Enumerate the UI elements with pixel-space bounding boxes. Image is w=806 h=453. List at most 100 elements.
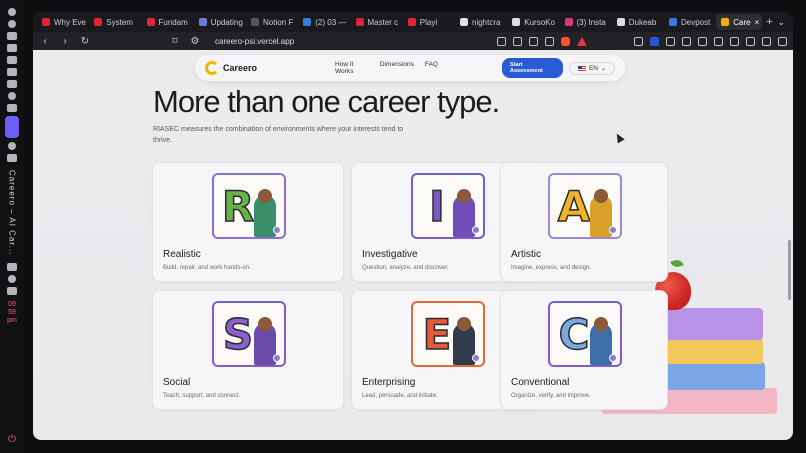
career-type-card[interactable]: C Conventional Organize, verify, and impro…: [500, 290, 668, 410]
send-icon[interactable]: [529, 36, 538, 46]
badge-icon: [609, 226, 617, 234]
forward-icon[interactable]: ›: [59, 36, 71, 47]
nav-link-faq[interactable]: FAQ: [425, 61, 438, 75]
spotify-icon[interactable]: [8, 275, 16, 284]
card-letter: R: [221, 181, 255, 232]
favicon-icon: [512, 18, 521, 26]
app-icon[interactable]: [8, 92, 16, 100]
language-selector[interactable]: EN ⌄: [568, 61, 615, 75]
nav-link-dimensions[interactable]: Dimensions: [380, 61, 414, 75]
favicon-icon: [94, 18, 103, 26]
browser-tab[interactable]: Dukeab: [612, 14, 662, 30]
app-icon[interactable]: [8, 142, 16, 150]
share-icon[interactable]: [545, 36, 554, 46]
tab-label: Updating: [210, 17, 243, 27]
new-tab-button[interactable]: +: [764, 16, 776, 28]
card-letter: C: [558, 309, 590, 360]
person-head-icon: [258, 317, 272, 331]
favicon-icon: [721, 18, 730, 26]
web-page: Careero How It Works Dimensions FAQ Star…: [33, 50, 793, 440]
bookmark-icon[interactable]: ⌑: [169, 36, 181, 47]
screen-icon[interactable]: [497, 36, 506, 46]
extension-icon[interactable]: [682, 36, 691, 46]
arc-icon[interactable]: [8, 8, 16, 16]
extension-icon[interactable]: [650, 36, 659, 46]
address-bar[interactable]: careero-psi.vercel.app: [215, 37, 294, 46]
github-icon[interactable]: [7, 263, 17, 272]
card-title: Artistic: [511, 249, 541, 260]
close-tab-icon[interactable]: ×: [755, 18, 760, 27]
browser-tab[interactable]: nightcra: [455, 14, 505, 30]
power-icon[interactable]: ⏻: [8, 434, 16, 445]
tab-label: System: [106, 17, 133, 27]
media-icon[interactable]: [714, 36, 723, 46]
tab-label: Why Eve: [54, 17, 87, 27]
badge-icon: [609, 354, 617, 362]
wallet-icon[interactable]: [746, 36, 755, 46]
card-title: Investigative: [362, 249, 418, 260]
browser-tab[interactable]: Fundam: [142, 14, 192, 30]
hero-subtitle: RIASEC measures the combination of envir…: [153, 126, 404, 144]
career-illustration: R: [212, 173, 286, 239]
browser-window: Why Eve System Fundam Updating Notion F (2) 0…: [33, 12, 793, 440]
browser-tab[interactable]: Updating: [194, 14, 244, 30]
browser-tab[interactable]: Why Eve: [37, 14, 87, 30]
favicon-icon: [564, 18, 573, 26]
folder-icon[interactable]: [7, 80, 17, 88]
career-type-card[interactable]: R Realistic Build, repair, and work hands-…: [152, 162, 344, 282]
careero-logo-icon: [205, 61, 219, 75]
tab-list-icon[interactable]: ⌄: [777, 17, 785, 28]
tab-label: (3) Insta: [576, 17, 606, 27]
career-type-card[interactable]: S Social Teach, support, and connect.: [152, 290, 344, 410]
badge-icon: [273, 354, 281, 362]
tab-label: nightcra: [472, 17, 501, 27]
active-space-icon[interactable]: [5, 116, 19, 138]
start-assessment-button[interactable]: Start Assessment: [501, 58, 563, 78]
card-description: Imagine, express, and design.: [511, 265, 592, 271]
favicon-icon: [460, 18, 468, 26]
chrome-icon[interactable]: [8, 20, 16, 28]
menu-icon[interactable]: [778, 36, 787, 46]
browser-tab[interactable]: Master c: [351, 14, 401, 30]
folder-icon[interactable]: [7, 32, 17, 40]
left-dock: Careero – AI Car... 09 59 pm ⏻: [0, 0, 24, 453]
leo-icon[interactable]: [762, 36, 771, 46]
back-icon[interactable]: ‹: [39, 36, 51, 47]
extension-icon[interactable]: [634, 36, 643, 46]
puzzle-icon[interactable]: [666, 36, 675, 46]
browser-tab[interactable]: System: [89, 14, 139, 30]
chevron-down-icon: ⌄: [600, 65, 606, 72]
browser-tab[interactable]: (3) Insta: [560, 14, 610, 30]
browser-tab[interactable]: Playi: [403, 14, 453, 30]
sidebar-icon[interactable]: [730, 36, 739, 46]
folder-icon[interactable]: [7, 44, 17, 52]
nav-link-how-it-works[interactable]: How It Works: [335, 61, 369, 75]
browser-tab[interactable]: Care ×: [716, 14, 762, 30]
browser-tab[interactable]: KursoKo: [507, 14, 557, 30]
browser-tab[interactable]: Devpost: [664, 14, 714, 30]
send-icon[interactable]: [7, 287, 17, 296]
person-head-icon: [457, 189, 471, 203]
chat-icon[interactable]: [7, 154, 17, 162]
career-illustration: C: [548, 301, 622, 367]
browser-tab[interactable]: (2) 03 —: [298, 14, 348, 30]
code-icon[interactable]: [7, 104, 17, 112]
folder-icon[interactable]: [7, 56, 17, 64]
card-title: Realistic: [163, 249, 201, 260]
brave-shield-icon[interactable]: [561, 36, 570, 46]
reload-icon[interactable]: ↻: [79, 36, 91, 47]
career-type-card[interactable]: A Artistic Imagine, express, and design.: [500, 162, 668, 282]
browser-tab[interactable]: Notion F: [246, 14, 296, 30]
site-info-icon[interactable]: ⚙: [189, 36, 201, 47]
scrollbar[interactable]: [788, 240, 791, 300]
card-title: Enterprising: [362, 377, 416, 388]
tab-bar: Why Eve System Fundam Updating Notion F (2) 0…: [33, 12, 793, 32]
badge-icon: [472, 226, 480, 234]
brave-rewards-icon[interactable]: [577, 36, 587, 46]
favicon-icon: [407, 18, 416, 26]
site-logo[interactable]: Careero: [205, 61, 257, 75]
download-icon[interactable]: [698, 36, 707, 46]
zoom-icon[interactable]: [513, 36, 522, 46]
folder-icon[interactable]: [7, 68, 17, 76]
tab-label: Fundam: [158, 17, 188, 27]
